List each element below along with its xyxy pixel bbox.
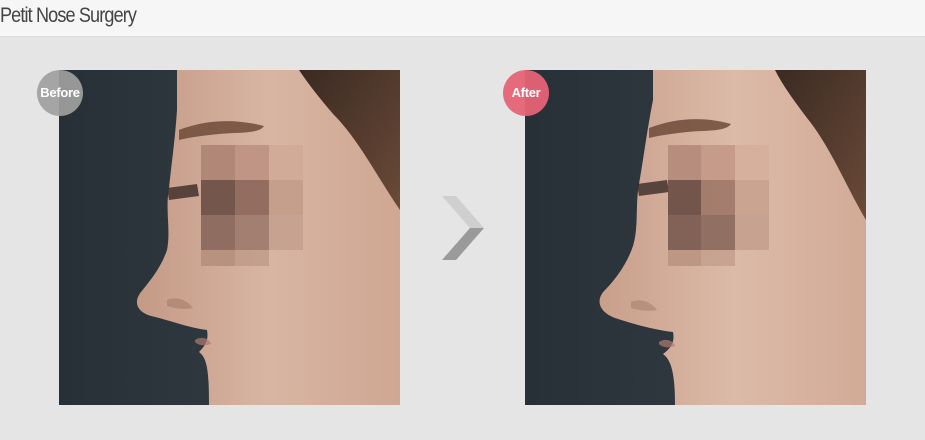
before-badge: Before	[37, 70, 83, 116]
chevron-right-icon	[440, 194, 486, 262]
after-photo	[525, 70, 866, 405]
before-photo	[59, 70, 400, 405]
page-header: Petit Nose Surgery	[0, 0, 925, 37]
before-profile-image	[59, 70, 400, 405]
page-title: Petit Nose Surgery	[0, 4, 137, 27]
after-profile-image	[525, 70, 866, 405]
after-badge: After	[503, 70, 549, 116]
